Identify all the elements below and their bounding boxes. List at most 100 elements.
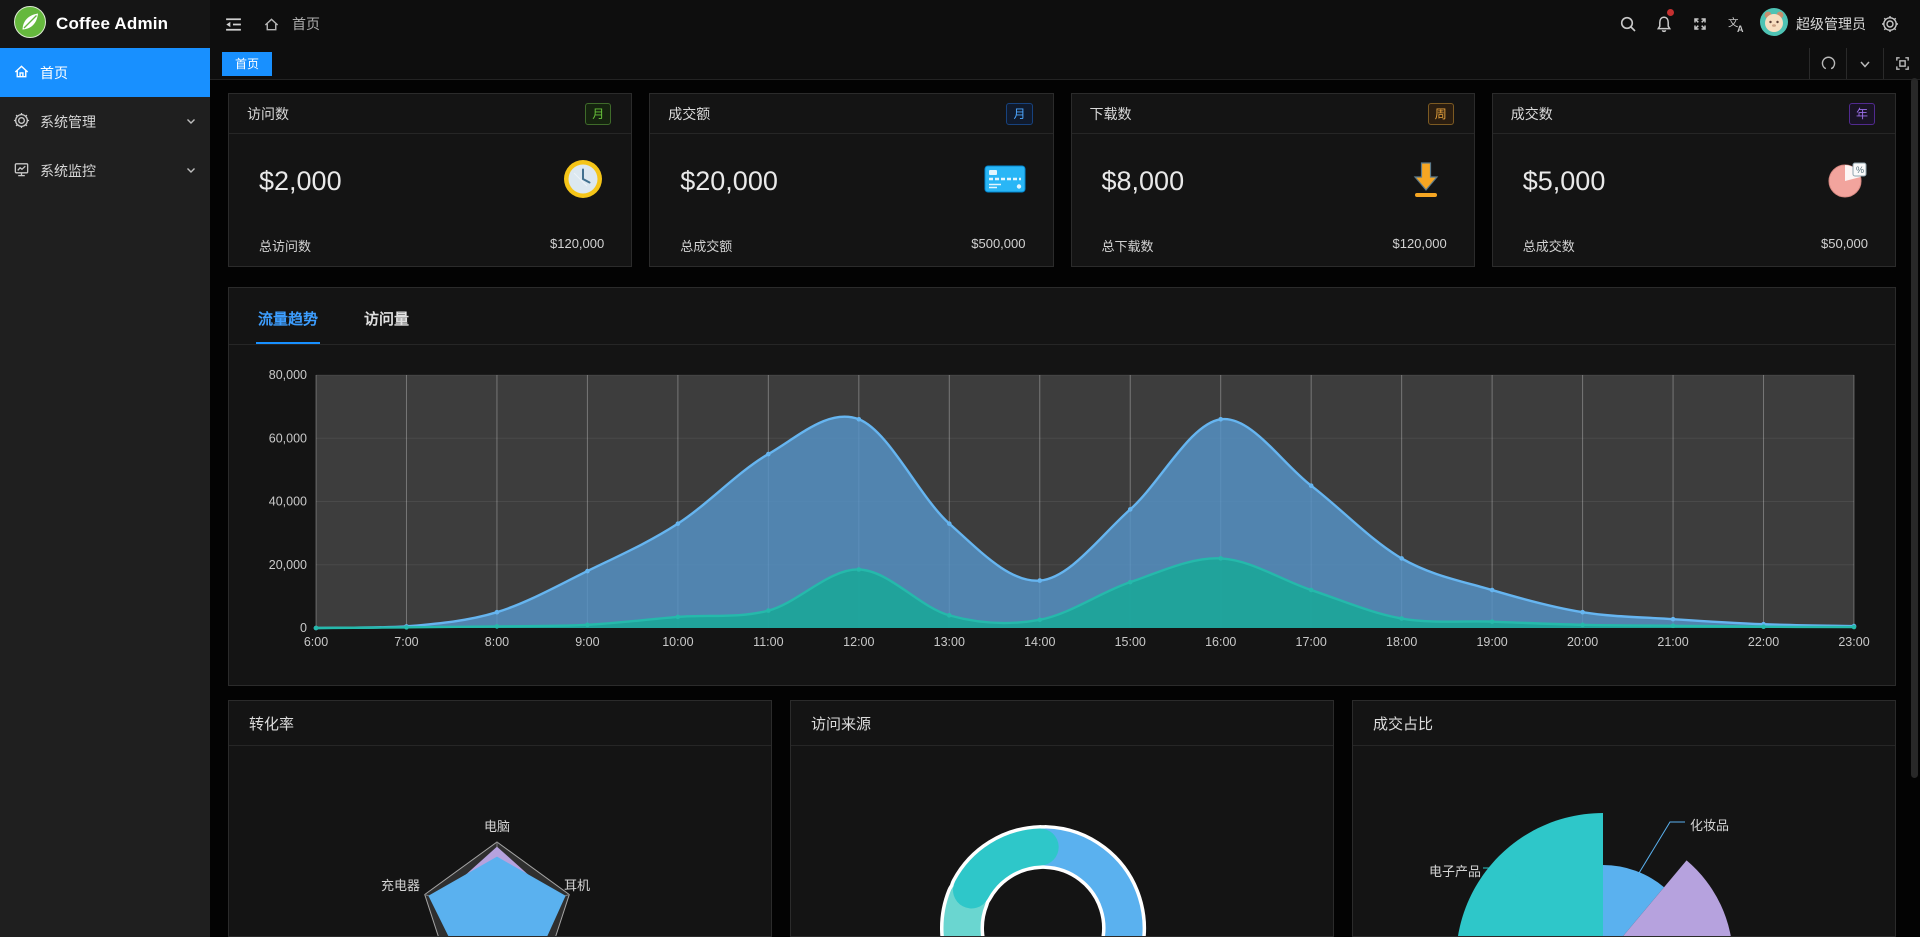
- tabbar-tools: [1809, 48, 1920, 79]
- clock-icon: [561, 157, 605, 206]
- svg-text:20,000: 20,000: [269, 558, 307, 572]
- sidebar-item-label: 首页: [40, 63, 68, 83]
- svg-text:17:00: 17:00: [1296, 635, 1327, 649]
- period-badge: 月: [585, 103, 611, 125]
- stat-card-turnover: 成交额 月 $20,000 总成交额 $500,000: [649, 93, 1053, 267]
- settings-gear-icon[interactable]: [1872, 0, 1908, 48]
- svg-text:13:00: 13:00: [934, 635, 965, 649]
- visit-source-card: 访问来源: [790, 700, 1334, 937]
- bank-card-icon: [983, 157, 1027, 206]
- chevron-down-icon: [185, 163, 197, 179]
- svg-text:21:00: 21:00: [1657, 635, 1688, 649]
- pie-label: 电子产品: [1429, 861, 1481, 880]
- home-icon: [13, 63, 30, 83]
- card-title: 转化率: [249, 713, 294, 734]
- sidebar-item-system-monitor[interactable]: 系统监控: [0, 146, 210, 195]
- svg-text:80,000: 80,000: [269, 368, 307, 382]
- bottom-row: 转化率 电脑 充电器 耳机 访问来源 成交占比 化妆品: [228, 700, 1896, 937]
- username[interactable]: 超级管理员: [1796, 14, 1866, 34]
- avatar[interactable]: [1760, 8, 1788, 41]
- svg-text:60,000: 60,000: [269, 431, 307, 445]
- stat-footer-label: 总成交数: [1523, 236, 1575, 255]
- svg-text:10:00: 10:00: [662, 635, 693, 649]
- trend-panel: 流量趋势 访问量 020,00040,00060,00080,0006:007:…: [228, 287, 1896, 686]
- leaf-logo-icon: [13, 5, 47, 44]
- stat-footer-label: 总成交额: [680, 236, 732, 255]
- gear-icon: [13, 112, 30, 132]
- stat-value: $5,000: [1523, 166, 1606, 197]
- vertical-scrollbar-thumb[interactable]: [1911, 78, 1918, 778]
- svg-text:16:00: 16:00: [1205, 635, 1236, 649]
- tab-home[interactable]: 首页: [222, 52, 272, 76]
- conversion-radar-chart: [229, 746, 770, 936]
- period-badge: 年: [1849, 103, 1875, 125]
- topbar-right: 文 A 超级管理员: [1610, 0, 1920, 48]
- stat-footer-value: $120,000: [1393, 236, 1447, 255]
- sidebar-fold-icon[interactable]: [224, 0, 243, 48]
- stat-card-deals: 成交数 年 $5,000 % 总成交数 $50,000: [1492, 93, 1896, 267]
- period-badge: 月: [1006, 103, 1032, 125]
- svg-text:8:00: 8:00: [485, 635, 509, 649]
- tab-visit-volume[interactable]: 访问量: [362, 308, 411, 344]
- svg-text:14:00: 14:00: [1024, 635, 1055, 649]
- sidebar-item-label: 系统管理: [40, 112, 96, 132]
- traffic-trend-chart: 020,00040,00060,00080,0006:007:008:009:0…: [229, 345, 1895, 685]
- search-icon[interactable]: [1610, 0, 1646, 48]
- maximize-icon[interactable]: [1884, 48, 1920, 79]
- radar-axis-label: 耳机: [564, 875, 590, 894]
- stat-title: 访问数: [247, 104, 289, 124]
- visit-source-donut-chart: [791, 746, 1332, 936]
- stat-card-visits: 访问数 月 $2,000 总访问数 $120,000: [228, 93, 632, 267]
- stat-title: 成交额: [668, 104, 710, 124]
- refresh-icon[interactable]: [1810, 48, 1846, 79]
- svg-text:6:00: 6:00: [304, 635, 328, 649]
- chevron-down-icon[interactable]: [1847, 48, 1883, 79]
- sidebar: Coffee Admin 首页 系统管理 系统监控: [0, 0, 210, 937]
- main-content: 访问数 月 $2,000 总访问数 $120,000: [210, 80, 1920, 937]
- page-tabbar: 首页: [210, 48, 1920, 80]
- stat-footer-value: $120,000: [550, 236, 604, 255]
- svg-text:18:00: 18:00: [1386, 635, 1417, 649]
- svg-text:9:00: 9:00: [575, 635, 599, 649]
- svg-text:A: A: [1737, 24, 1744, 34]
- translate-icon[interactable]: 文 A: [1718, 0, 1754, 48]
- chevron-down-icon: [185, 114, 197, 130]
- stat-footer-label: 总下载数: [1102, 236, 1154, 255]
- breadcrumb[interactable]: 首页: [292, 14, 320, 34]
- radar-axis-label: 充电器: [381, 875, 420, 894]
- sidebar-item-home[interactable]: 首页: [0, 48, 210, 97]
- svg-text:22:00: 22:00: [1748, 635, 1779, 649]
- stat-value: $2,000: [259, 166, 342, 197]
- fullscreen-icon[interactable]: [1682, 0, 1718, 48]
- svg-text:40,000: 40,000: [269, 495, 307, 509]
- app-title: Coffee Admin: [56, 14, 168, 34]
- stat-footer-value: $50,000: [1821, 236, 1868, 255]
- pie-label-line-0: [1636, 822, 1685, 878]
- stat-title: 下载数: [1090, 104, 1132, 124]
- svg-text:20:00: 20:00: [1567, 635, 1598, 649]
- stat-value: $8,000: [1102, 166, 1185, 197]
- stat-card-downloads: 下载数 周 $8,000 总下载数 $120,000: [1071, 93, 1475, 267]
- sidebar-item-system-management[interactable]: 系统管理: [0, 97, 210, 146]
- app-logo[interactable]: Coffee Admin: [0, 0, 210, 48]
- download-icon: [1404, 157, 1448, 206]
- card-title: 访问来源: [811, 713, 871, 734]
- notification-bell-icon[interactable]: [1646, 0, 1682, 48]
- tab-traffic-trend[interactable]: 流量趋势: [256, 308, 320, 344]
- breadcrumb-home-icon[interactable]: [263, 0, 280, 48]
- svg-text:15:00: 15:00: [1115, 635, 1146, 649]
- radar-axis-label: 电脑: [484, 816, 510, 835]
- svg-text:23:00: 23:00: [1838, 635, 1869, 649]
- stats-row: 访问数 月 $2,000 总访问数 $120,000: [228, 93, 1896, 267]
- stat-footer-value: $500,000: [971, 236, 1025, 255]
- notification-dot: [1667, 9, 1674, 16]
- stat-value: $20,000: [680, 166, 778, 197]
- svg-text:19:00: 19:00: [1476, 635, 1507, 649]
- sidebar-item-label: 系统监控: [40, 161, 96, 181]
- deal-share-pie-chart: [1353, 746, 1894, 936]
- card-title: 成交占比: [1373, 713, 1433, 734]
- svg-text:12:00: 12:00: [843, 635, 874, 649]
- conversion-rate-card: 转化率 电脑 充电器 耳机: [228, 700, 772, 937]
- stat-footer-label: 总访问数: [259, 236, 311, 255]
- svg-text:11:00: 11:00: [753, 635, 783, 649]
